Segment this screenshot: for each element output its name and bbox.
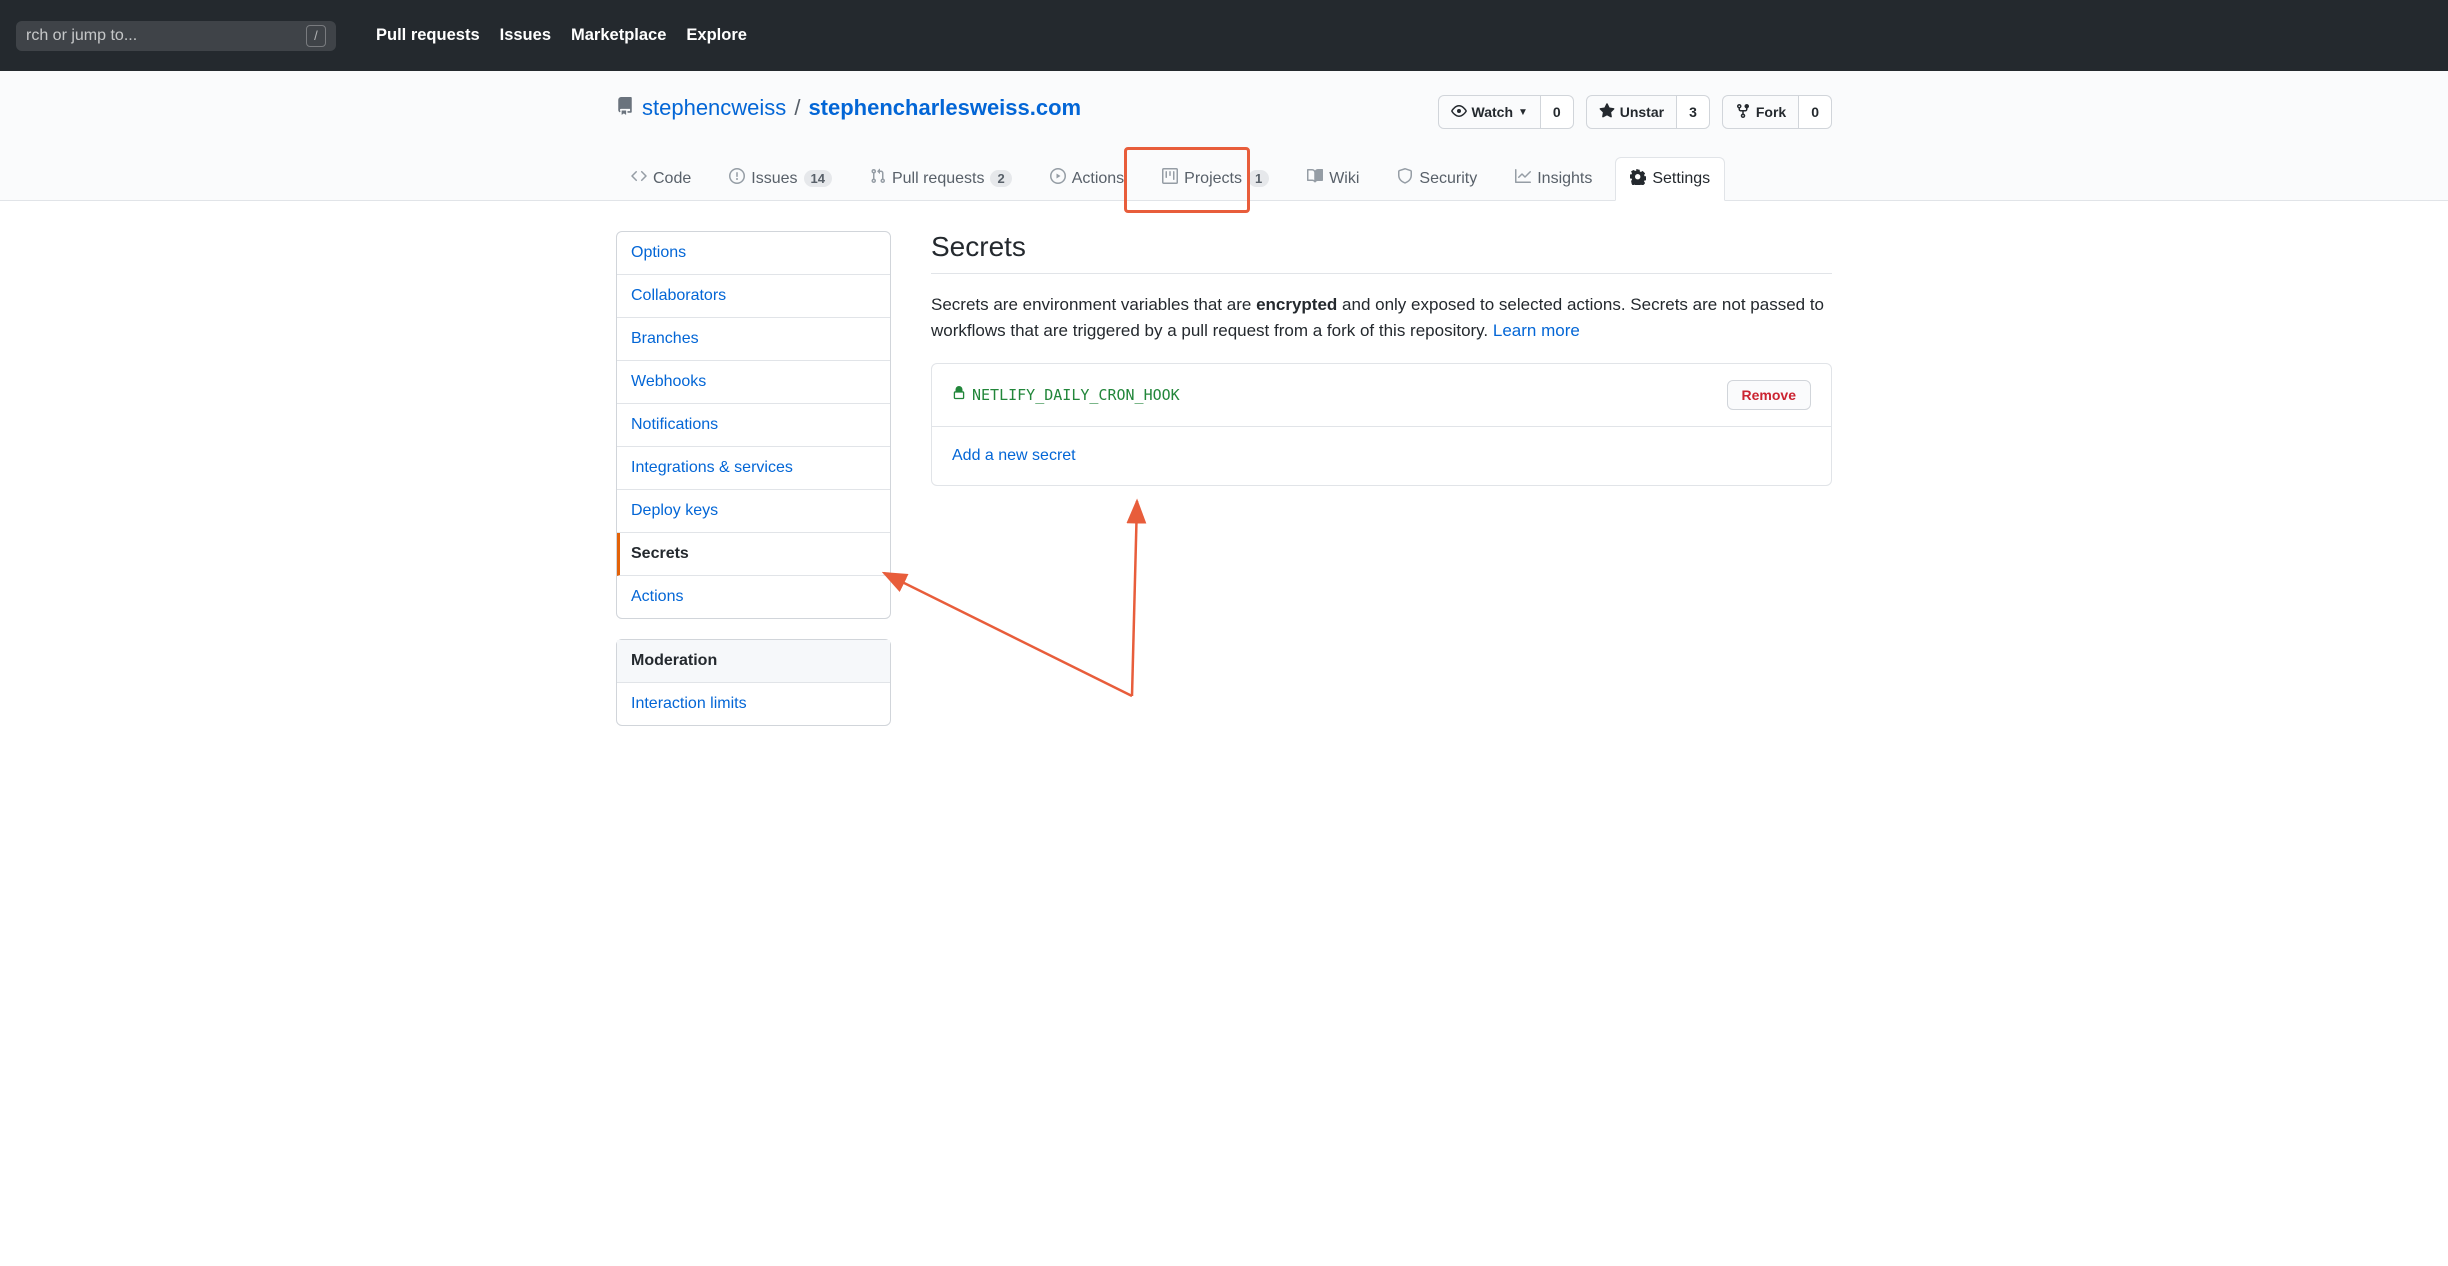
tab-security-label: Security: [1419, 170, 1477, 188]
sidebar-item-integrations[interactable]: Integrations & services: [617, 447, 890, 490]
learn-more-link[interactable]: Learn more: [1493, 321, 1580, 340]
tab-wiki-label: Wiki: [1329, 170, 1359, 188]
fork-group: Fork 0: [1722, 95, 1832, 129]
watch-label: Watch: [1472, 104, 1513, 120]
fork-label: Fork: [1756, 104, 1786, 120]
unstar-label: Unstar: [1620, 104, 1664, 120]
tab-security[interactable]: Security: [1382, 157, 1492, 200]
sidebar-item-webhooks[interactable]: Webhooks: [617, 361, 890, 404]
secrets-content: Secrets Secrets are environment variable…: [931, 231, 1832, 726]
search-input[interactable]: [26, 27, 298, 45]
tab-pulls[interactable]: Pull requests 2: [855, 157, 1027, 200]
settings-menu: Options Collaborators Branches Webhooks …: [616, 231, 891, 619]
actions-icon: [1050, 168, 1066, 189]
repo-icon: [616, 95, 634, 121]
tab-code[interactable]: Code: [616, 157, 706, 200]
page-title: Secrets: [931, 231, 1832, 274]
star-icon: [1599, 103, 1615, 122]
nav-issues[interactable]: Issues: [500, 26, 551, 45]
settings-sidebar: Options Collaborators Branches Webhooks …: [616, 231, 891, 726]
watch-count[interactable]: 0: [1541, 95, 1574, 129]
tab-settings[interactable]: Settings: [1615, 157, 1725, 201]
slash-key-hint: /: [306, 25, 326, 47]
moderation-header: Moderation: [617, 640, 890, 683]
desc-bold: encrypted: [1256, 295, 1337, 314]
tab-issues[interactable]: Issues 14: [714, 157, 847, 200]
tab-actions[interactable]: Actions: [1035, 157, 1139, 200]
secret-row: NETLIFY_DAILY_CRON_HOOK Remove: [932, 364, 1831, 427]
pulls-counter: 2: [990, 170, 1011, 187]
watch-group: Watch ▼ 0: [1438, 95, 1574, 129]
issue-icon: [729, 168, 745, 189]
sidebar-item-actions[interactable]: Actions: [617, 576, 890, 618]
repo-slash: /: [794, 95, 800, 121]
tab-projects-label: Projects: [1184, 170, 1242, 188]
tab-actions-label: Actions: [1072, 170, 1124, 188]
shield-icon: [1397, 168, 1413, 189]
tab-projects[interactable]: Projects 1: [1147, 157, 1284, 200]
desc-pre: Secrets are environment variables that a…: [931, 295, 1256, 314]
sidebar-item-branches[interactable]: Branches: [617, 318, 890, 361]
eye-icon: [1451, 103, 1467, 122]
repo-title: stephencweiss / stephencharlesweiss.com: [616, 95, 1081, 121]
remove-button[interactable]: Remove: [1727, 380, 1811, 410]
wiki-icon: [1307, 168, 1323, 189]
tab-insights-label: Insights: [1537, 170, 1592, 188]
repo-name-link[interactable]: stephencharlesweiss.com: [808, 95, 1081, 121]
code-icon: [631, 168, 647, 189]
add-secret-link[interactable]: Add a new secret: [952, 447, 1076, 464]
sidebar-item-deploy-keys[interactable]: Deploy keys: [617, 490, 890, 533]
nav-pull-requests[interactable]: Pull requests: [376, 26, 480, 45]
global-nav: Pull requests Issues Marketplace Explore: [376, 26, 747, 45]
star-group: Unstar 3: [1586, 95, 1710, 129]
projects-counter: 1: [1248, 170, 1269, 187]
nav-explore[interactable]: Explore: [686, 26, 747, 45]
caret-down-icon: ▼: [1518, 107, 1528, 118]
projects-icon: [1162, 168, 1178, 189]
pull-request-icon: [870, 168, 886, 189]
repo-owner-link[interactable]: stephencweiss: [642, 95, 786, 121]
fork-count[interactable]: 0: [1799, 95, 1832, 129]
gear-icon: [1630, 169, 1646, 190]
tab-wiki[interactable]: Wiki: [1292, 157, 1374, 200]
repo-header-section: stephencweiss / stephencharlesweiss.com …: [0, 71, 2448, 201]
secrets-description: Secrets are environment variables that a…: [931, 292, 1832, 343]
moderation-menu: Moderation Interaction limits: [616, 639, 891, 726]
repo-nav: Code Issues 14 Pull requests 2 Actions P…: [584, 157, 1864, 200]
add-secret-row: Add a new secret: [932, 427, 1831, 485]
star-count[interactable]: 3: [1677, 95, 1710, 129]
sidebar-item-collaborators[interactable]: Collaborators: [617, 275, 890, 318]
main-content: Options Collaborators Branches Webhooks …: [584, 201, 1864, 756]
repo-actions: Watch ▼ 0 Unstar 3 Fork 0: [1438, 95, 1832, 129]
tab-issues-label: Issues: [751, 170, 797, 188]
tab-pulls-label: Pull requests: [892, 170, 985, 188]
sidebar-item-interaction-limits[interactable]: Interaction limits: [617, 683, 890, 725]
sidebar-item-secrets: Secrets: [617, 533, 890, 576]
search-box[interactable]: /: [16, 21, 336, 51]
tab-code-label: Code: [653, 170, 691, 188]
tab-insights[interactable]: Insights: [1500, 157, 1607, 200]
secrets-list: NETLIFY_DAILY_CRON_HOOK Remove Add a new…: [931, 363, 1832, 486]
issues-counter: 14: [804, 170, 832, 187]
unstar-button[interactable]: Unstar: [1586, 95, 1677, 129]
lock-icon: [952, 385, 966, 405]
secret-name: NETLIFY_DAILY_CRON_HOOK: [952, 385, 1180, 405]
fork-button[interactable]: Fork: [1722, 95, 1799, 129]
global-header: / Pull requests Issues Marketplace Explo…: [0, 0, 2448, 71]
sidebar-item-notifications[interactable]: Notifications: [617, 404, 890, 447]
graph-icon: [1515, 168, 1531, 189]
watch-button[interactable]: Watch ▼: [1438, 95, 1541, 129]
tab-settings-label: Settings: [1652, 170, 1710, 188]
sidebar-item-options[interactable]: Options: [617, 232, 890, 275]
fork-icon: [1735, 103, 1751, 122]
nav-marketplace[interactable]: Marketplace: [571, 26, 666, 45]
secret-name-text: NETLIFY_DAILY_CRON_HOOK: [972, 386, 1180, 404]
